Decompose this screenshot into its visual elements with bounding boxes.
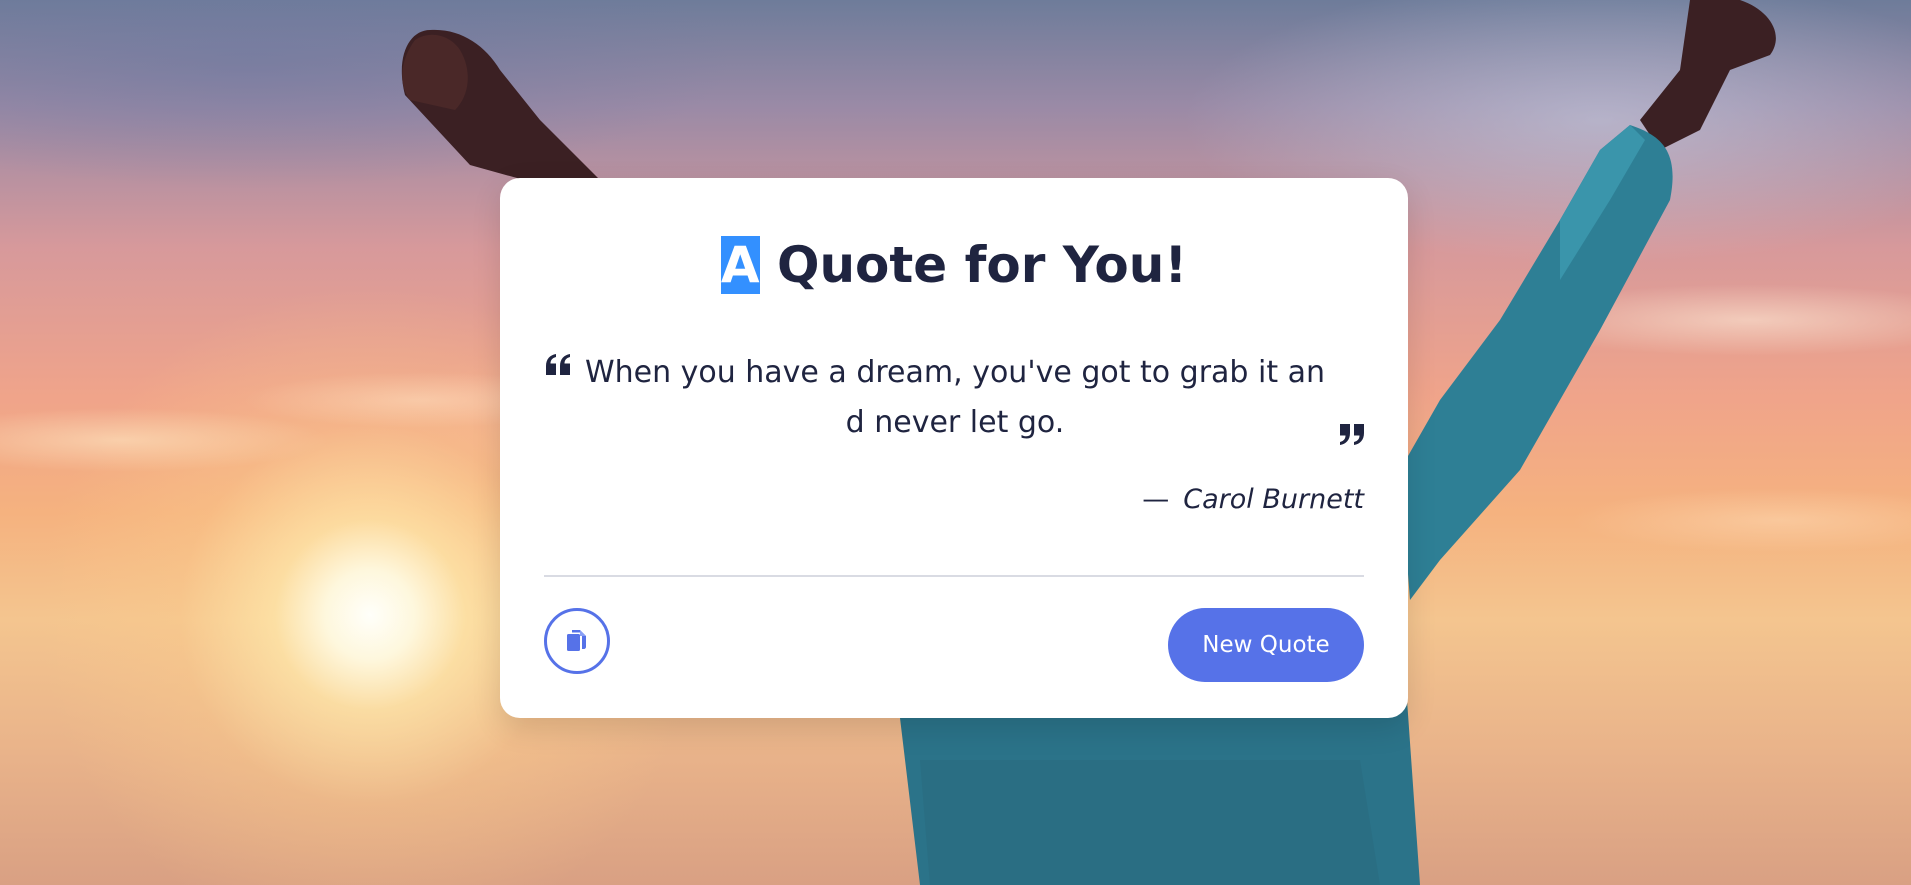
quote-author: — Carol Burnett: [1142, 480, 1364, 520]
new-quote-button[interactable]: New Quote: [1168, 608, 1364, 682]
background-image: A Quote for You! When you have a dream, …: [0, 0, 1911, 885]
card-title: A Quote for You!: [500, 228, 1408, 302]
author-dash: —: [1142, 484, 1170, 515]
quote-text: When you have a dream, you've got to gra…: [584, 355, 1326, 440]
copy-button[interactable]: [544, 608, 610, 674]
divider: [544, 575, 1364, 577]
quote-card: A Quote for You! When you have a dream, …: [500, 178, 1408, 718]
quote-left-icon: [546, 354, 570, 375]
copy-icon: [567, 630, 586, 651]
title-text: Quote for You!: [759, 236, 1188, 294]
title-highlighted-text: A: [720, 236, 760, 294]
quote-right-icon: [1340, 424, 1364, 445]
author-name: Carol Burnett: [1183, 484, 1364, 515]
